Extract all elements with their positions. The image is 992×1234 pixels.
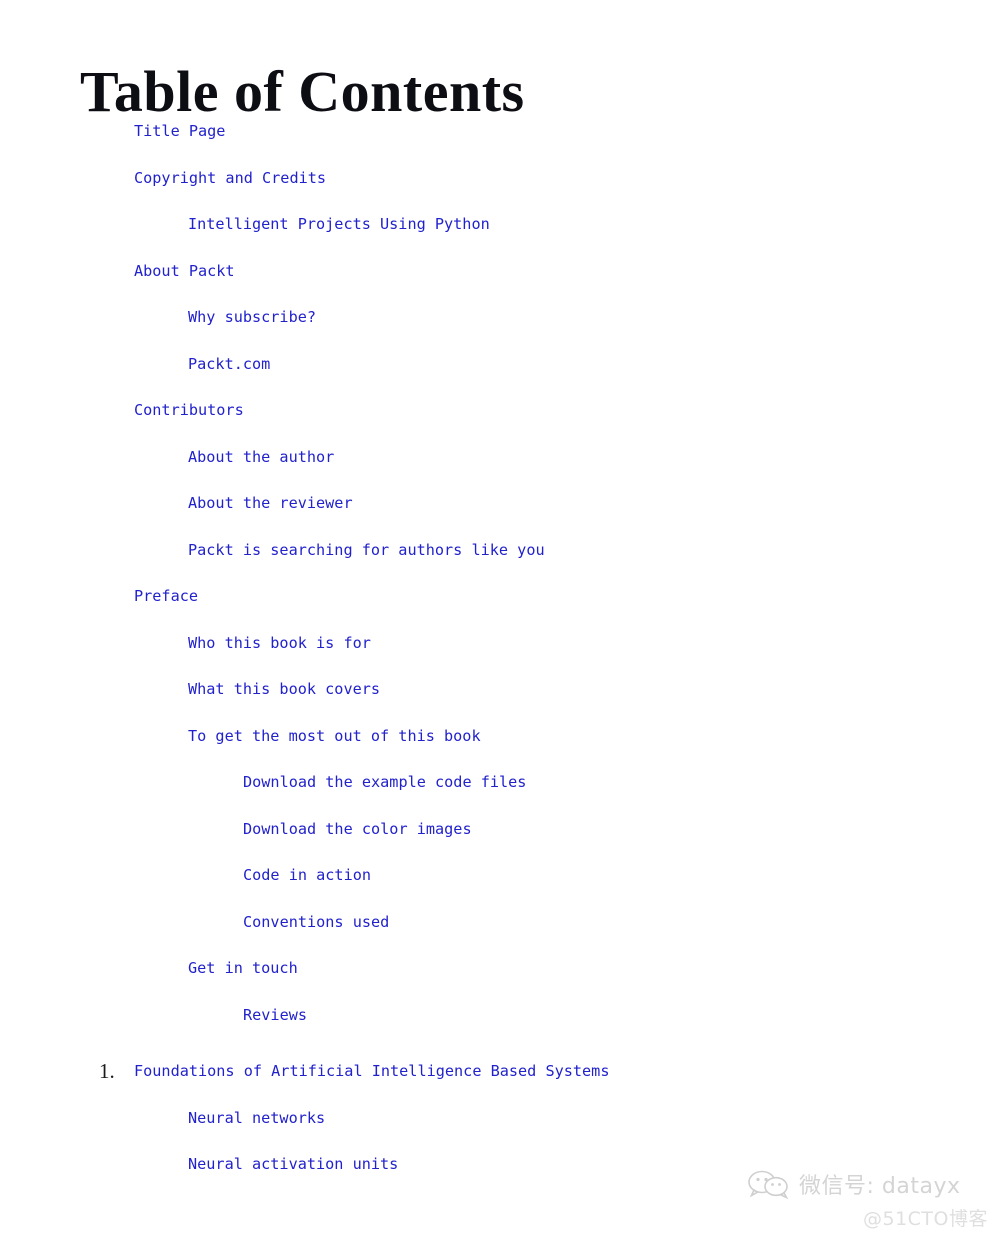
toc-entry: To get the most out of this book	[0, 713, 992, 760]
toc-link[interactable]: Title Page	[134, 108, 225, 155]
toc-entry: Intelligent Projects Using Python	[0, 201, 992, 248]
toc-entry: Neural networks	[0, 1095, 992, 1142]
toc-entry: Get in touch	[0, 945, 992, 992]
toc-entry: Download the color images	[0, 806, 992, 853]
toc-entry: Packt is searching for authors like you	[0, 527, 992, 574]
toc-entry: About the reviewer	[0, 480, 992, 527]
toc-entry: Contributors	[0, 387, 992, 434]
toc-list: Title Page Copyright and Credits Intellige…	[0, 108, 992, 1188]
toc-link[interactable]: Contributors	[134, 387, 244, 434]
toc-link[interactable]: Download the color images	[243, 806, 472, 853]
toc-link[interactable]: Conventions used	[243, 899, 389, 946]
toc-link[interactable]: About Packt	[134, 248, 235, 295]
toc-link[interactable]: Copyright and Credits	[134, 155, 326, 202]
toc-entry: About Packt	[0, 248, 992, 295]
toc-entry: Reviews	[0, 992, 992, 1039]
toc-entry: Who this book is for	[0, 620, 992, 667]
toc-entry: Conventions used	[0, 899, 992, 946]
toc-link[interactable]: What this book covers	[188, 666, 380, 713]
toc-entry: Packt.com	[0, 341, 992, 388]
toc-link[interactable]: Code in action	[243, 852, 371, 899]
toc-link[interactable]: About the author	[188, 434, 334, 481]
toc-entry: Title Page	[0, 108, 992, 155]
watermark-subtext: @51CTO博客	[862, 1208, 988, 1230]
toc-link[interactable]: Neural activation units	[188, 1141, 398, 1188]
toc-entry: Download the example code files	[0, 759, 992, 806]
toc-entry: About the author	[0, 434, 992, 481]
toc-link[interactable]: Preface	[134, 573, 198, 620]
toc-page: Table of Contents Title Page Copyright an…	[0, 0, 992, 1234]
toc-entry: 1. Foundations of Artificial Intelligence…	[0, 1048, 992, 1095]
toc-link[interactable]: Packt.com	[188, 341, 270, 388]
toc-link[interactable]: Why subscribe?	[188, 294, 316, 341]
toc-link[interactable]: Intelligent Projects Using Python	[188, 201, 490, 248]
toc-entry: Code in action	[0, 852, 992, 899]
toc-link[interactable]: Who this book is for	[188, 620, 371, 667]
toc-link[interactable]: Download the example code files	[243, 759, 526, 806]
toc-link[interactable]: Reviews	[243, 992, 307, 1039]
toc-link[interactable]: About the reviewer	[188, 480, 353, 527]
list-number: 1.	[99, 1059, 115, 1083]
toc-entry: Why subscribe?	[0, 294, 992, 341]
toc-entry: Neural activation units	[0, 1141, 992, 1188]
toc-link[interactable]: Foundations of Artificial Intelligence B…	[134, 1048, 609, 1095]
toc-entry: What this book covers	[0, 666, 992, 713]
toc-link[interactable]: To get the most out of this book	[188, 713, 481, 760]
toc-entry: Copyright and Credits	[0, 155, 992, 202]
toc-link[interactable]: Packt is searching for authors like you	[188, 527, 545, 574]
toc-link[interactable]: Neural networks	[188, 1095, 325, 1142]
toc-link[interactable]: Get in touch	[188, 945, 298, 992]
toc-entry: Preface	[0, 573, 992, 620]
